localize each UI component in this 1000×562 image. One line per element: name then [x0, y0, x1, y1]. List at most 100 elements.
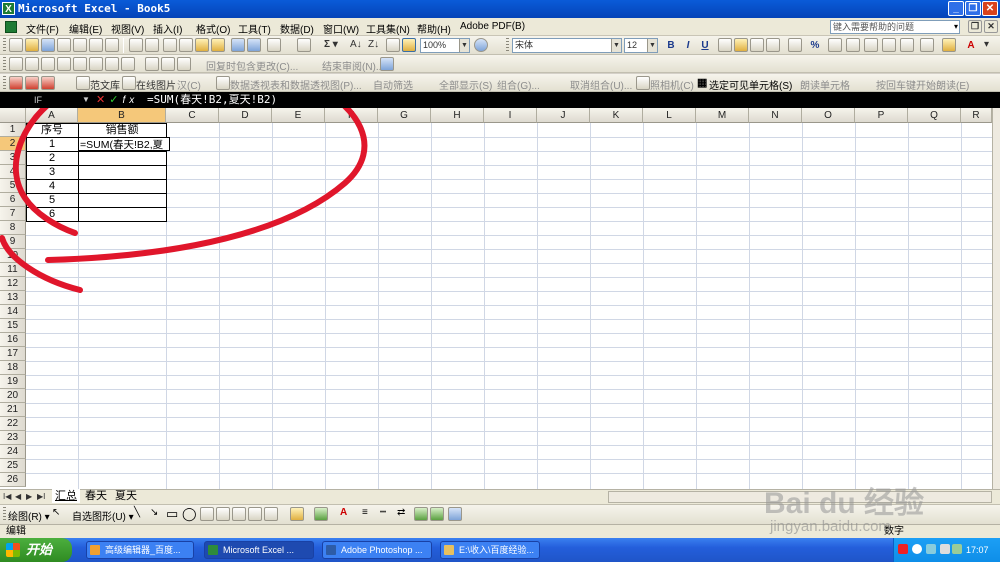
decrease-indent-icon[interactable] [882, 38, 896, 52]
diagram-icon[interactable] [232, 507, 246, 521]
save-icon[interactable] [41, 38, 55, 52]
select-visible-cells-button[interactable]: 选定可见单元格(S) [709, 77, 792, 92]
formula-action-icons[interactable]: ✕✓fx [96, 93, 138, 106]
next-sheet-button[interactable]: ▶ [26, 492, 32, 501]
name-box-dropdown-icon[interactable]: ▼ [82, 95, 90, 104]
clip-art-icon[interactable] [248, 507, 262, 521]
ungroup-button[interactable]: 取消组合(U)... [570, 77, 632, 92]
show-all-comments-icon[interactable] [89, 57, 103, 71]
menu-toolset[interactable]: 工具集(N) [366, 21, 410, 36]
enter-icon[interactable]: ✓ [109, 94, 122, 106]
redo-icon[interactable] [247, 38, 261, 52]
pdf-convert-icon[interactable] [9, 76, 23, 90]
close-button[interactable]: ✕ [982, 1, 998, 16]
fill-color-icon[interactable] [942, 38, 956, 52]
help-search-input[interactable]: 键入需要帮助的问题 [830, 20, 960, 34]
column-header[interactable]: K [590, 108, 643, 123]
new-icon[interactable] [9, 38, 23, 52]
arrow-icon[interactable]: ↘ [150, 507, 158, 518]
help-search-dropdown-icon[interactable]: ▾ [952, 21, 960, 33]
show-comment-icon[interactable] [73, 57, 87, 71]
toolbar-grip[interactable] [3, 507, 6, 521]
column-header[interactable]: O [802, 108, 855, 123]
increase-decimal-icon[interactable] [846, 38, 860, 52]
show-markup-icon[interactable] [9, 57, 23, 71]
decrease-decimal-icon[interactable] [864, 38, 878, 52]
reviewing-pane-icon[interactable] [177, 57, 191, 71]
row-header[interactable]: 15 [0, 319, 26, 333]
shield-icon[interactable] [926, 544, 936, 554]
italic-button[interactable]: I [681, 39, 695, 53]
email-icon[interactable] [73, 38, 87, 52]
ink-annotations-icon[interactable] [161, 57, 175, 71]
column-header[interactable]: J [537, 108, 590, 123]
paste-icon[interactable] [195, 38, 209, 52]
print-icon[interactable] [89, 38, 103, 52]
cut-icon[interactable] [163, 38, 177, 52]
menu-window[interactable]: 窗口(W) [323, 21, 359, 36]
end-review-button[interactable]: 结束审阅(N)... [322, 58, 384, 73]
toolbar-options-icon[interactable]: ▾ [984, 39, 989, 50]
row-header[interactable]: 24 [0, 445, 26, 459]
doc-close-button[interactable]: ✕ [984, 20, 998, 33]
row-header[interactable]: 26 [0, 473, 26, 487]
column-header[interactable]: L [643, 108, 696, 123]
underline-button[interactable]: U [698, 39, 712, 53]
increase-indent-icon[interactable] [900, 38, 914, 52]
menu-data[interactable]: 数据(D) [280, 21, 314, 36]
group-button[interactable]: 组合(G)... [497, 77, 540, 92]
format-painter-icon[interactable] [211, 38, 225, 52]
delete-comment-icon[interactable] [105, 57, 119, 71]
row-header[interactable]: 16 [0, 333, 26, 347]
menu-insert[interactable]: 插入(I) [153, 21, 182, 36]
column-header[interactable]: N [749, 108, 802, 123]
select-objects-icon[interactable]: ↖ [52, 507, 60, 518]
font-dropdown-icon[interactable]: ▼ [611, 39, 621, 52]
row-header[interactable]: 21 [0, 403, 26, 417]
menu-format[interactable]: 格式(O) [196, 21, 230, 36]
formula-input[interactable]: =SUM(春天!B2,夏天!B2) [145, 92, 993, 108]
percent-style-button[interactable]: % [808, 39, 822, 53]
autoshapes-menu-button[interactable]: 自选图形(U) ▾ [72, 508, 134, 523]
help-icon[interactable] [474, 38, 488, 52]
row-header[interactable]: 22 [0, 417, 26, 431]
toolbar-options-icon[interactable] [380, 57, 394, 71]
chinese-conversion-button[interactable]: 汉(C) [177, 77, 201, 92]
zoom-dropdown-icon[interactable]: ▼ [459, 39, 469, 52]
sort-ascending-icon[interactable]: A↓ [350, 39, 362, 50]
open-icon[interactable] [25, 38, 39, 52]
show-all-button[interactable]: 全部显示(S) [439, 77, 492, 92]
new-comment-icon[interactable] [25, 57, 39, 71]
hyperlink-icon[interactable] [267, 38, 281, 52]
font-color-icon[interactable]: A [340, 507, 347, 518]
drawing-toggle-icon[interactable] [402, 38, 416, 52]
online-picture-button[interactable]: 在线图片 [136, 77, 176, 92]
pivot-table-button[interactable]: 数据透视表和数据透视图(P)... [230, 77, 362, 92]
menu-adobe-pdf[interactable]: Adobe PDF(B) [460, 21, 525, 32]
row-header[interactable]: 18 [0, 361, 26, 375]
prev-sheet-button[interactable]: ◀ [15, 492, 21, 501]
copy-icon[interactable] [179, 38, 193, 52]
align-left-icon[interactable] [718, 38, 732, 52]
bold-button[interactable]: B [664, 39, 678, 53]
dash-style-icon[interactable]: ┅ [380, 507, 386, 518]
research-icon[interactable] [145, 38, 159, 52]
row-header[interactable]: 23 [0, 431, 26, 445]
fill-color-icon[interactable] [290, 507, 304, 521]
justify-icon[interactable] [766, 38, 780, 52]
speak-on-enter-button[interactable]: 按回车键开始朗读(E) [876, 77, 969, 92]
permission-icon[interactable] [57, 38, 71, 52]
shadow-icon[interactable] [414, 507, 428, 521]
autofilter-button[interactable]: 自动筛选 [373, 77, 413, 92]
arrow-style-icon[interactable]: ⇄ [397, 507, 405, 518]
line-color-icon[interactable] [314, 507, 328, 521]
zoom-select[interactable]: 100% ▼ [420, 38, 470, 53]
chart-icon[interactable] [386, 38, 400, 52]
spelling-icon[interactable] [129, 38, 143, 52]
font-size-select[interactable]: 12 ▼ [624, 38, 658, 53]
next-comment-icon[interactable] [57, 57, 71, 71]
menu-tools[interactable]: 工具(T) [238, 21, 271, 36]
draw-menu-button[interactable]: 绘图(R) ▾ [8, 508, 50, 523]
network-icon[interactable] [912, 544, 922, 554]
doc-restore-button[interactable]: ❐ [968, 20, 982, 33]
